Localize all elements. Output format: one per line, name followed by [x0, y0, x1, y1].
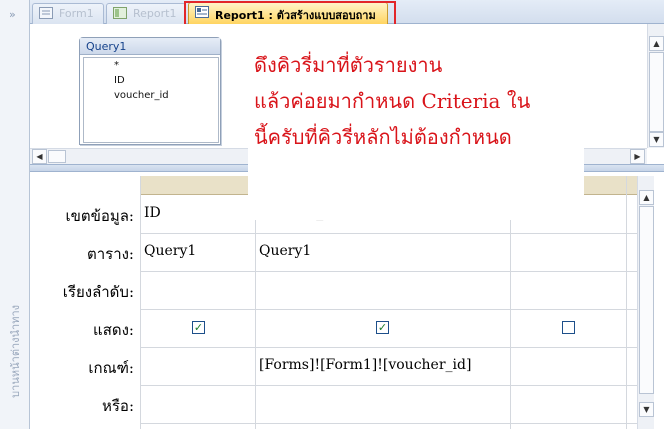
- row-label-field: เขตข้อมูล:: [65, 207, 134, 225]
- grid-vertical-scrollbar[interactable]: ▲ ▼: [637, 176, 654, 429]
- row-label-or: หรือ:: [101, 397, 134, 415]
- row-label-criteria: เกณฑ์:: [88, 359, 134, 377]
- nav-pane-toggle-button[interactable]: »: [9, 8, 16, 21]
- scroll-down-icon[interactable]: ▼: [639, 402, 654, 417]
- scroll-thumb[interactable]: [48, 150, 66, 163]
- scroll-up-icon[interactable]: ▲: [649, 36, 664, 51]
- field-list-item[interactable]: *: [84, 58, 218, 73]
- annotation-line: แล้วค่อยมากำหนด Criteria ใน: [254, 89, 531, 113]
- tab-report1[interactable]: Report1: [106, 3, 186, 24]
- field-list-item[interactable]: ID: [84, 73, 218, 88]
- criteria-cell[interactable]: [Forms]![Form1]![voucher_id]: [259, 357, 471, 373]
- row-label-sort: เรียงลำดับ:: [62, 283, 134, 301]
- scroll-down-icon[interactable]: ▼: [649, 132, 664, 147]
- field-cell[interactable]: ID: [144, 205, 161, 221]
- annotation-note: ดึงคิวรี่มาที่ตัวรายงาน แล้วค่อยมากำหนด …: [248, 47, 584, 220]
- tab-form1[interactable]: Form1: [32, 3, 104, 24]
- grid-line: [140, 271, 637, 272]
- annotation-line: นี้ครับที่คิวรี่หลักไม่ต้องกำหนด: [254, 125, 512, 149]
- scroll-up-icon[interactable]: ▲: [639, 190, 654, 205]
- field-list-body: * ID voucher_id: [83, 57, 219, 143]
- row-label-table: ตาราง:: [86, 245, 134, 263]
- row-label-show: แสดง:: [93, 321, 134, 339]
- field-list-item[interactable]: voucher_id: [84, 88, 218, 103]
- table-cell[interactable]: Query1: [259, 243, 311, 259]
- scroll-right-icon[interactable]: ▶: [630, 149, 645, 164]
- grid-line: [140, 385, 637, 386]
- grid-line: [140, 423, 637, 424]
- scroll-thumb[interactable]: [649, 52, 664, 132]
- show-checkbox[interactable]: [562, 321, 575, 334]
- report-icon: [113, 7, 127, 19]
- navigation-pane[interactable]: » บานหน้าต่างนำทาง: [0, 0, 30, 429]
- grid-line: [626, 176, 627, 429]
- tab-label: Form1: [59, 7, 94, 20]
- show-checkbox[interactable]: ✓: [376, 321, 389, 334]
- grid-line: [140, 347, 637, 348]
- table-pane-vertical-scrollbar[interactable]: ▲ ▼: [647, 24, 664, 148]
- scroll-left-icon[interactable]: ◀: [32, 149, 47, 164]
- scroll-thumb[interactable]: [639, 206, 654, 394]
- form-icon: [39, 7, 53, 19]
- nav-pane-label: บานหน้าต่างนำทาง: [9, 305, 22, 398]
- table-cell[interactable]: Query1: [144, 243, 196, 259]
- annotation-line: ดึงคิวรี่มาที่ตัวรายงาน: [254, 53, 443, 77]
- grid-line: [140, 233, 637, 234]
- field-list-title: Query1: [80, 38, 220, 55]
- grid-line: [140, 309, 637, 310]
- tab-label: Report1: [133, 7, 177, 20]
- show-checkbox[interactable]: ✓: [192, 321, 205, 334]
- field-list-window[interactable]: Query1 * ID voucher_id: [79, 37, 221, 145]
- grid-line: [140, 176, 141, 429]
